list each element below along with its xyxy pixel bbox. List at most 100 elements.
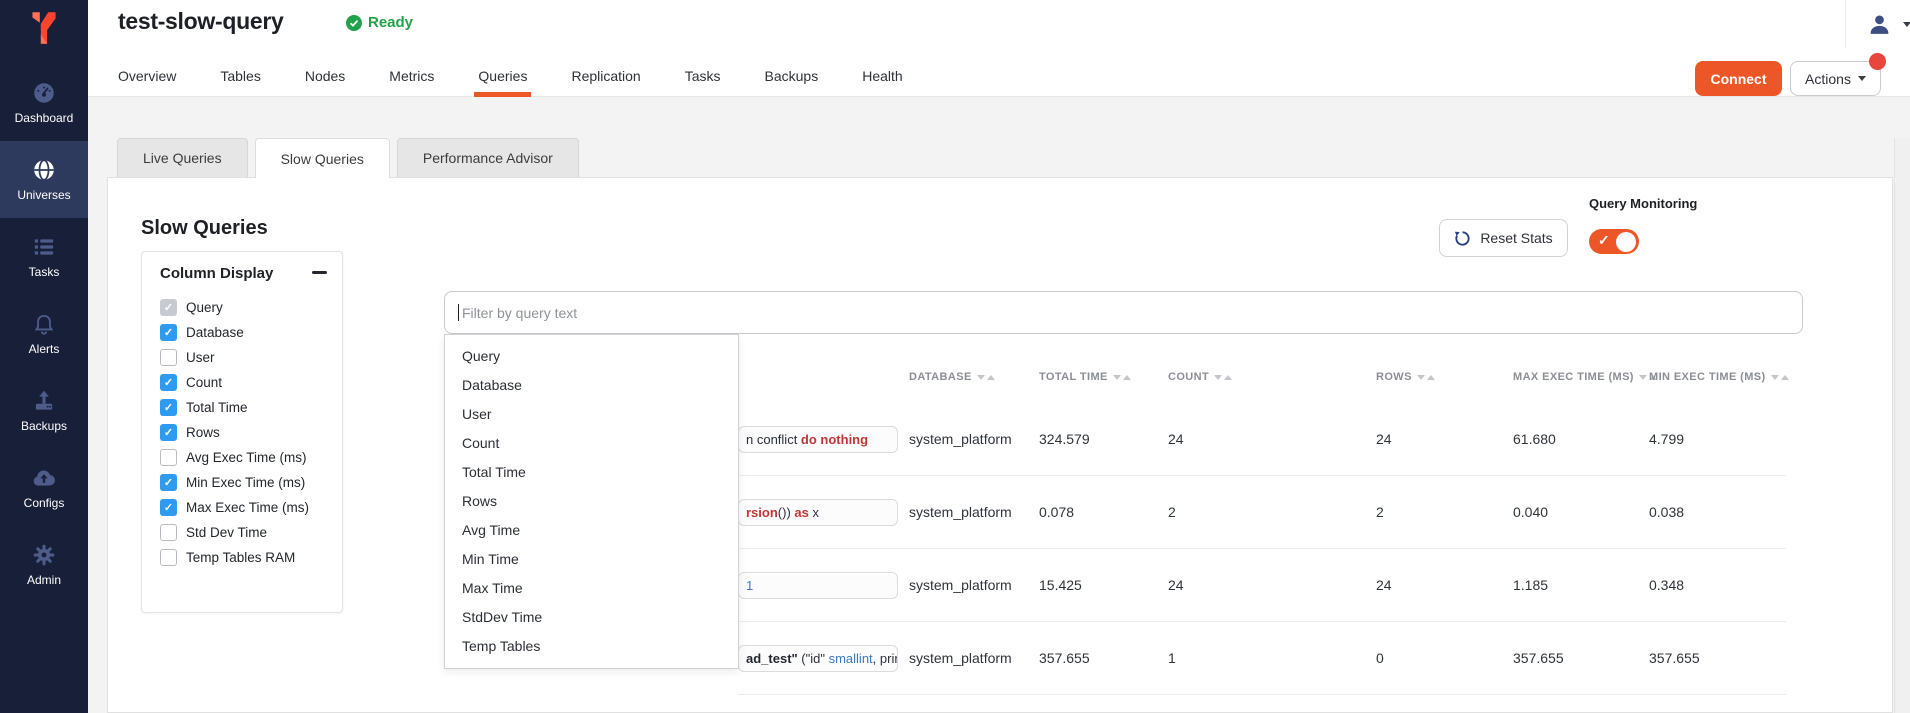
- scrollbar[interactable]: [1894, 138, 1910, 713]
- dropdown-option-min-time[interactable]: Min Time: [445, 545, 738, 574]
- actions-button[interactable]: Actions: [1790, 61, 1881, 96]
- query-filter-input[interactable]: [460, 304, 1802, 322]
- checkbox-min-exec-time-ms[interactable]: ✓: [160, 474, 177, 491]
- sidebar-item-label: Admin: [27, 573, 61, 587]
- connect-button[interactable]: Connect: [1695, 61, 1782, 96]
- sidebar-item-universes[interactable]: Universes: [0, 141, 88, 218]
- tab-nodes[interactable]: Nodes: [305, 55, 345, 97]
- reset-stats-button[interactable]: Reset Stats: [1439, 219, 1568, 257]
- column-header-label: COUNT: [1168, 371, 1209, 383]
- cell-total-time: 15.425: [1039, 577, 1082, 593]
- column-option-temp-tables-ram[interactable]: Temp Tables RAM: [160, 545, 336, 570]
- query-row[interactable]: 1system_platform15.42524241.1850.348: [738, 549, 1786, 622]
- sort-asc-icon: [1224, 375, 1232, 380]
- column-option-database[interactable]: ✓Database: [160, 320, 336, 345]
- column-header-database[interactable]: DATABASE: [909, 371, 995, 383]
- column-header-count[interactable]: COUNT: [1168, 371, 1232, 383]
- checkbox-avg-exec-time-ms[interactable]: [160, 449, 177, 466]
- subtab-slow-queries[interactable]: Slow Queries: [255, 138, 390, 178]
- column-header-label: MAX EXEC TIME (MS): [1513, 371, 1634, 383]
- tab-tables[interactable]: Tables: [220, 55, 260, 97]
- cell-count: 24: [1168, 431, 1184, 447]
- tab-metrics[interactable]: Metrics: [389, 55, 434, 97]
- column-display-options: ✓ Query ✓DatabaseUser✓Count✓Total Time✓Row…: [160, 295, 336, 570]
- sidebar-item-tasks[interactable]: Tasks: [0, 218, 88, 295]
- dropdown-option-avg-time[interactable]: Avg Time: [445, 516, 738, 545]
- reset-icon: [1454, 230, 1471, 247]
- sidebar-item-label: Backups: [21, 419, 67, 433]
- sidebar-item-configs[interactable]: Configs: [0, 449, 88, 526]
- query-row[interactable]: rsion()) as xsystem_platform0.078220.040…: [738, 476, 1786, 549]
- checkbox-rows[interactable]: ✓: [160, 424, 177, 441]
- column-option-count[interactable]: ✓Count: [160, 370, 336, 395]
- cell-min-exec-ms: 0.038: [1649, 504, 1684, 520]
- sidebar-item-admin[interactable]: Admin: [0, 526, 88, 603]
- column-option-max-exec-time-ms[interactable]: ✓Max Exec Time (ms): [160, 495, 336, 520]
- column-option-total-time[interactable]: ✓Total Time: [160, 395, 336, 420]
- column-option-min-exec-time-ms[interactable]: ✓Min Exec Time (ms): [160, 470, 336, 495]
- column-option-user[interactable]: User: [160, 345, 336, 370]
- column-option-rows[interactable]: ✓Rows: [160, 420, 336, 445]
- dropdown-option-query[interactable]: Query: [445, 342, 738, 371]
- tab-replication[interactable]: Replication: [571, 55, 640, 97]
- yugabyte-logo[interactable]: [25, 7, 63, 49]
- dropdown-option-count[interactable]: Count: [445, 429, 738, 458]
- universe-title: test-slow-query: [118, 8, 283, 35]
- sidebar-item-label: Dashboard: [15, 111, 74, 125]
- tab-tasks[interactable]: Tasks: [685, 55, 721, 97]
- query-filter[interactable]: [444, 291, 1803, 334]
- dropdown-option-temp-tables[interactable]: Temp Tables: [445, 632, 738, 661]
- collapse-icon[interactable]: [312, 271, 327, 274]
- check-circle-icon: [346, 15, 362, 31]
- dropdown-option-rows[interactable]: Rows: [445, 487, 738, 516]
- column-header-total-time[interactable]: TOTAL TIME: [1039, 371, 1131, 383]
- checkbox-std-dev-time[interactable]: [160, 524, 177, 541]
- query-monitoring-toggle[interactable]: ✓: [1589, 229, 1639, 254]
- column-header-max-exec-time-ms[interactable]: MAX EXEC TIME (MS): [1513, 371, 1657, 383]
- tab-overview[interactable]: Overview: [118, 55, 176, 97]
- column-display-card: Column Display ✓ Query ✓DatabaseUser✓Count…: [141, 251, 343, 613]
- sidebar-item-dashboard[interactable]: Dashboard: [0, 64, 88, 141]
- dropdown-option-stddev-time[interactable]: StdDev Time: [445, 603, 738, 632]
- sql-fragment: 1: [746, 578, 753, 593]
- cell-total-time: 357.655: [1039, 650, 1090, 666]
- query-row[interactable]: n conflict do nothingsystem_platform324.…: [738, 403, 1786, 476]
- column-header-rows[interactable]: ROWS: [1376, 371, 1435, 383]
- sidebar-item-backups[interactable]: Backups: [0, 372, 88, 449]
- user-menu[interactable]: [1845, 0, 1910, 48]
- column-option-label: Query: [186, 300, 223, 315]
- dropdown-option-user[interactable]: User: [445, 400, 738, 429]
- column-header-min-exec-time-ms[interactable]: MIN EXEC TIME (MS): [1649, 371, 1789, 383]
- column-display-title: Column Display: [160, 265, 273, 282]
- cell-row-count: 24: [1376, 577, 1392, 593]
- subtab-live-queries[interactable]: Live Queries: [117, 138, 248, 177]
- column-option-avg-exec-time-ms[interactable]: Avg Exec Time (ms): [160, 445, 336, 470]
- query-row[interactable]: ad_test" ("id" smallint, prim...system_p…: [738, 622, 1786, 695]
- column-option-std-dev-time[interactable]: Std Dev Time: [160, 520, 336, 545]
- chevron-down-icon: [1903, 22, 1910, 27]
- checkbox-total-time[interactable]: ✓: [160, 399, 177, 416]
- checkbox-user[interactable]: [160, 349, 177, 366]
- column-option-label: Temp Tables RAM: [186, 550, 295, 565]
- column-header-label: DATABASE: [909, 371, 972, 383]
- column-header-label: MIN EXEC TIME (MS): [1649, 371, 1766, 383]
- sort-asc-icon: [987, 375, 995, 380]
- checkbox-count[interactable]: ✓: [160, 374, 177, 391]
- cell-total-time: 0.078: [1039, 504, 1074, 520]
- check-icon: ✓: [1598, 232, 1610, 249]
- checkbox-database[interactable]: ✓: [160, 324, 177, 341]
- query-snippet: n conflict do nothing: [738, 426, 898, 453]
- sidebar-item-alerts[interactable]: Alerts: [0, 295, 88, 372]
- dropdown-option-max-time[interactable]: Max Time: [445, 574, 738, 603]
- tab-health[interactable]: Health: [862, 55, 902, 97]
- checkbox-temp-tables-ram[interactable]: [160, 549, 177, 566]
- cell-total-time: 324.579: [1039, 431, 1090, 447]
- checkbox-max-exec-time-ms[interactable]: ✓: [160, 499, 177, 516]
- user-avatar-icon: [1867, 12, 1892, 37]
- dropdown-option-database[interactable]: Database: [445, 371, 738, 400]
- tab-backups[interactable]: Backups: [765, 55, 819, 97]
- cell-min-exec-ms: 0.348: [1649, 577, 1684, 593]
- dropdown-option-total-time[interactable]: Total Time: [445, 458, 738, 487]
- tab-queries[interactable]: Queries: [478, 55, 527, 97]
- subtab-performance-advisor[interactable]: Performance Advisor: [397, 138, 579, 177]
